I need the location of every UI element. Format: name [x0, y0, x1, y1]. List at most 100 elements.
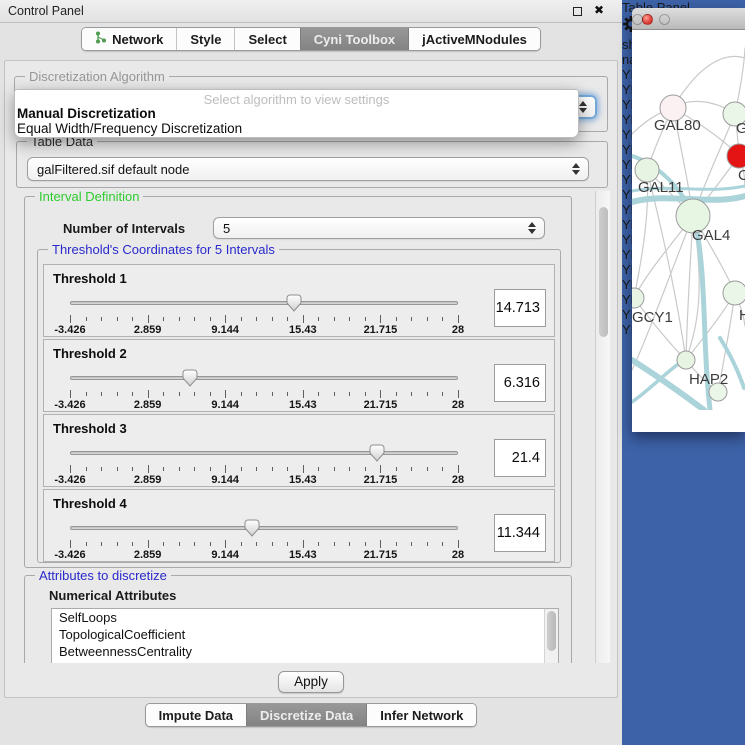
slider-tick-labels: -3.4262.8599.14415.4321.71528 [70, 324, 458, 336]
tick-mark [287, 317, 288, 321]
tab-style[interactable]: Style [176, 28, 234, 50]
minimize-traffic-light-icon[interactable] [659, 14, 670, 25]
interval-definition-title: Interval Definition [35, 191, 143, 204]
tick-mark [411, 542, 412, 546]
threshold-value-field[interactable]: 14.713 [494, 289, 546, 327]
threshold-panel: Threshold 4-3.4262.8599.14415.4321.71528… [43, 489, 555, 562]
table-data-value: galFiltered.sif default node [37, 162, 189, 177]
slider-track [70, 451, 458, 455]
attribute-item[interactable]: TopologicalCoefficient [52, 626, 558, 643]
slider-thumb[interactable] [244, 519, 260, 537]
slider-tick-labels: -3.4262.8599.14415.4321.71528 [70, 474, 458, 486]
network-node-label: HAP2 [689, 371, 728, 388]
network-node-label: H [739, 307, 745, 324]
tick-mark [365, 392, 366, 396]
tick-mark [86, 392, 87, 396]
tab-infer-network[interactable]: Infer Network [366, 704, 476, 726]
tick-mark [272, 317, 273, 321]
threshold-panel: Threshold 3-3.4262.8599.14415.4321.71528… [43, 414, 555, 487]
tick-mark [287, 467, 288, 471]
tick-label: 9.144 [211, 549, 239, 561]
tick-mark [86, 542, 87, 546]
threshold-slider[interactable]: -3.4262.8599.14415.4321.71528 [70, 443, 458, 485]
numerical-attributes-list[interactable]: SelfLoopsTopologicalCoefficientBetweenne… [51, 608, 559, 663]
threshold-value-field[interactable]: 11.344 [494, 514, 546, 552]
tick-mark [365, 317, 366, 321]
attributes-scrollbar-thumb[interactable] [547, 611, 556, 651]
algorithm-option[interactable]: Equal Width/Frequency Discretization [15, 121, 578, 136]
tick-mark [70, 465, 71, 473]
network-node [632, 288, 644, 308]
zoom-traffic-light-icon[interactable] [632, 14, 643, 25]
slider-thumb[interactable] [182, 369, 198, 387]
attributes-list-scrollbar[interactable] [544, 609, 558, 663]
tick-label: 9.144 [211, 399, 239, 411]
tick-mark [287, 542, 288, 546]
tick-mark [256, 542, 257, 546]
tick-label: -3.426 [54, 549, 85, 561]
tick-mark [349, 317, 350, 321]
tick-mark [396, 542, 397, 546]
tick-mark [303, 315, 304, 323]
threshold-label: Threshold 4 [53, 496, 127, 511]
number-of-intervals-label: Number of Intervals [63, 221, 185, 236]
apply-button[interactable]: Apply [278, 671, 344, 693]
tab-impute-data[interactable]: Impute Data [146, 704, 246, 726]
tick-label: 21.715 [364, 474, 398, 486]
tab-cyni-toolbox[interactable]: Cyni Toolbox [300, 28, 408, 50]
tick-mark [427, 542, 428, 546]
slider-thumb[interactable] [286, 294, 302, 312]
algorithm-option[interactable]: Manual Discretization [15, 106, 578, 121]
combo-arrows-icon [528, 222, 536, 234]
tab-jactivemnodules[interactable]: jActiveMNodules [408, 28, 540, 50]
tick-mark [303, 540, 304, 548]
tab-label: Network [112, 32, 163, 47]
threshold-slider[interactable]: -3.4262.8599.14415.4321.71528 [70, 518, 458, 560]
tick-mark [458, 540, 459, 548]
tab-discretize-data[interactable]: Discretize Data [246, 704, 366, 726]
tick-mark [442, 392, 443, 396]
cyni-toolbox-panel: Discretization Algorithm Select algorith… [4, 60, 618, 698]
tick-mark [210, 542, 211, 546]
tick-mark [194, 392, 195, 396]
number-of-intervals-combobox[interactable]: 5 [213, 217, 545, 239]
tab-network[interactable]: Network [82, 28, 176, 50]
attribute-item[interactable]: BetweennessCentrality [52, 643, 558, 660]
tick-mark [458, 390, 459, 398]
tab-label: Style [190, 32, 221, 47]
tick-label: 9.144 [211, 324, 239, 336]
settings-scrollbar-thumb[interactable] [599, 207, 608, 337]
attribute-item[interactable]: SelfLoops [52, 609, 558, 626]
threshold-slider[interactable]: -3.4262.8599.14415.4321.71528 [70, 293, 458, 335]
network-canvas[interactable]: GAL80GACGAL11GAL4GCY1HHAP2 [632, 8, 745, 410]
threshold-value-field[interactable]: 6.316 [494, 364, 546, 402]
number-of-intervals-value: 5 [223, 221, 230, 236]
network-node [677, 351, 695, 369]
cytoscape-desktop: GAL80GACGAL11GAL4GCY1HHAP2 Table Panel [622, 0, 745, 745]
tab-label: jActiveMNodules [422, 32, 527, 47]
threshold-slider[interactable]: -3.4262.8599.14415.4321.71528 [70, 368, 458, 410]
combo-arrows-icon [579, 101, 587, 113]
tick-mark [303, 390, 304, 398]
tick-mark [380, 540, 381, 548]
numerical-attributes-label: Numerical Attributes [49, 588, 176, 603]
tab-select[interactable]: Select [234, 28, 299, 50]
slider-ticks [70, 315, 458, 323]
tick-mark [163, 392, 164, 396]
tick-mark [272, 392, 273, 396]
slider-thumb[interactable] [369, 444, 385, 462]
float-window-icon[interactable] [573, 7, 582, 16]
table-data-combobox[interactable]: galFiltered.sif default node [27, 157, 589, 181]
algorithm-placeholder: Select algorithm to view settings [15, 90, 578, 106]
slider-tick-labels: -3.4262.8599.14415.4321.71528 [70, 399, 458, 411]
tab-label: Impute Data [159, 708, 233, 723]
tab-label: Select [248, 32, 286, 47]
attributes-group-title: Attributes to discretize [35, 568, 171, 583]
close-traffic-light-icon[interactable] [642, 14, 653, 25]
close-icon[interactable]: ✖ [594, 3, 604, 17]
tick-label: 28 [452, 324, 464, 336]
tick-label: 2.859 [134, 474, 162, 486]
settings-vertical-scrollbar[interactable] [595, 191, 610, 663]
threshold-value-field[interactable]: 21.4 [494, 439, 546, 477]
tick-label: 15.43 [289, 549, 317, 561]
